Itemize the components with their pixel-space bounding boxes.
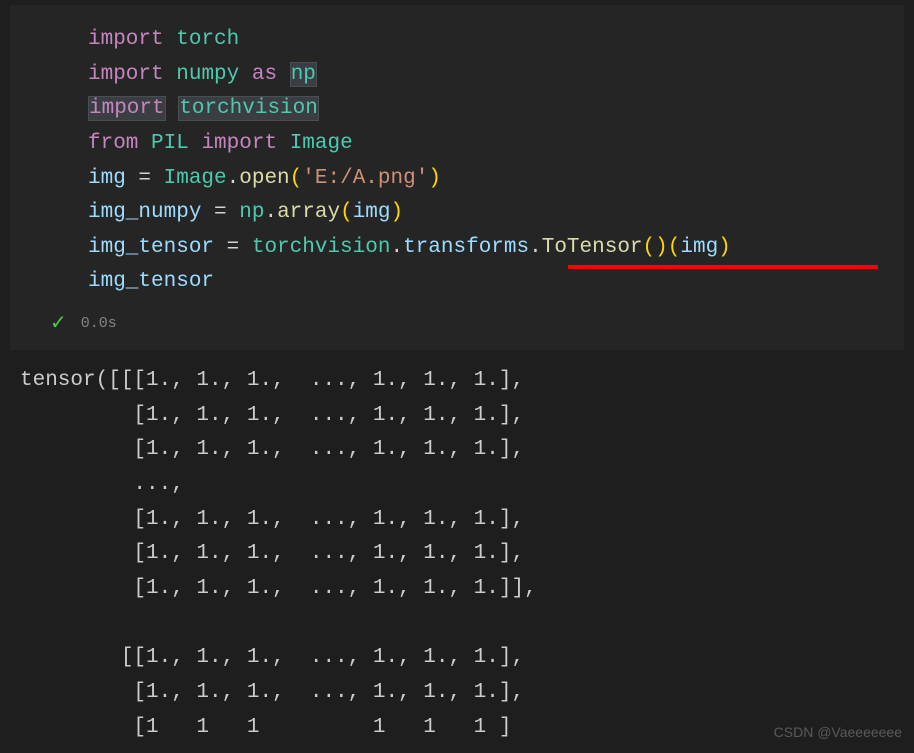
variable: img <box>88 167 126 190</box>
module-name: PIL <box>151 132 189 155</box>
output-line: ..., <box>20 468 914 503</box>
execution-time: 0.0s <box>81 315 117 332</box>
keyword-from: from <box>88 132 138 155</box>
output-line: [1., 1., 1., ..., 1., 1., 1.], <box>20 399 914 434</box>
parens: ()( <box>643 236 681 259</box>
dot: . <box>227 167 240 190</box>
string-literal: 'E:/A.png' <box>302 167 428 190</box>
output-line: [1., 1., 1., ..., 1., 1., 1.], <box>20 503 914 538</box>
output-line: [1., 1., 1., ..., 1., 1., 1.], <box>20 433 914 468</box>
dot: . <box>390 236 403 259</box>
alias-name: np <box>290 62 317 87</box>
output-line: [1., 1., 1., ..., 1., 1., 1.], <box>20 537 914 572</box>
variable: img_tensor <box>88 270 214 293</box>
success-icon: ✓ <box>50 310 67 336</box>
variable: img_numpy <box>88 201 201 224</box>
paren-open: ( <box>290 167 303 190</box>
argument: img <box>680 236 718 259</box>
attribute: transforms <box>403 236 529 259</box>
module-ref: torchvision <box>252 236 391 259</box>
annotation-underline <box>568 265 878 269</box>
dot: . <box>264 201 277 224</box>
output-line: [[1., 1., 1., ..., 1., 1., 1.], <box>20 641 914 676</box>
output-line: [1., 1., 1., ..., 1., 1., 1.]], <box>20 572 914 607</box>
class-name: Image <box>290 132 353 155</box>
code-line: img = Image.open('E:/A.png') <box>88 162 904 197</box>
output-line: [1., 1., 1., ..., 1., 1., 1.], <box>20 676 914 711</box>
paren-close: ) <box>428 167 441 190</box>
code-line: img_numpy = np.array(img) <box>88 196 904 231</box>
function-call: array <box>277 201 340 224</box>
function-call: open <box>239 167 289 190</box>
code-cell: import torch import numpy as np import t… <box>10 5 904 350</box>
module-name: torchvision <box>178 96 319 121</box>
cell-status: ✓ 0.0s <box>10 300 904 340</box>
operator: = <box>214 236 252 259</box>
output-line: tensor([[[1., 1., 1., ..., 1., 1., 1.], <box>20 364 914 399</box>
code-line: img_tensor = torchvision.transforms.ToTe… <box>88 231 904 266</box>
variable: img_tensor <box>88 236 214 259</box>
module-ref: np <box>239 201 264 224</box>
dot: . <box>529 236 542 259</box>
code-line: import torch <box>88 23 904 58</box>
code-line: img_tensor <box>88 265 904 300</box>
operator: = <box>201 201 239 224</box>
module-name: torch <box>176 28 239 51</box>
cell-output: tensor([[[1., 1., 1., ..., 1., 1., 1.], … <box>0 350 914 745</box>
paren-close: ) <box>391 201 404 224</box>
module-name: numpy <box>176 63 239 86</box>
code-line: from PIL import Image <box>88 127 904 162</box>
code-editor[interactable]: import torch import numpy as np import t… <box>10 23 904 300</box>
class-ref: Image <box>164 167 227 190</box>
code-line: import numpy as np <box>88 58 904 93</box>
argument: img <box>353 201 391 224</box>
function-call: ToTensor <box>542 236 643 259</box>
operator: = <box>126 167 164 190</box>
keyword-import: import <box>88 63 164 86</box>
paren-open: ( <box>340 201 353 224</box>
output-line <box>20 607 914 642</box>
watermark: CSDN @Vaeeeeeee <box>774 724 902 740</box>
keyword-import: import <box>88 96 166 121</box>
keyword-import: import <box>201 132 277 155</box>
keyword-import: import <box>88 28 164 51</box>
keyword-as: as <box>252 63 277 86</box>
code-line: import torchvision <box>88 92 904 127</box>
paren-close: ) <box>718 236 731 259</box>
